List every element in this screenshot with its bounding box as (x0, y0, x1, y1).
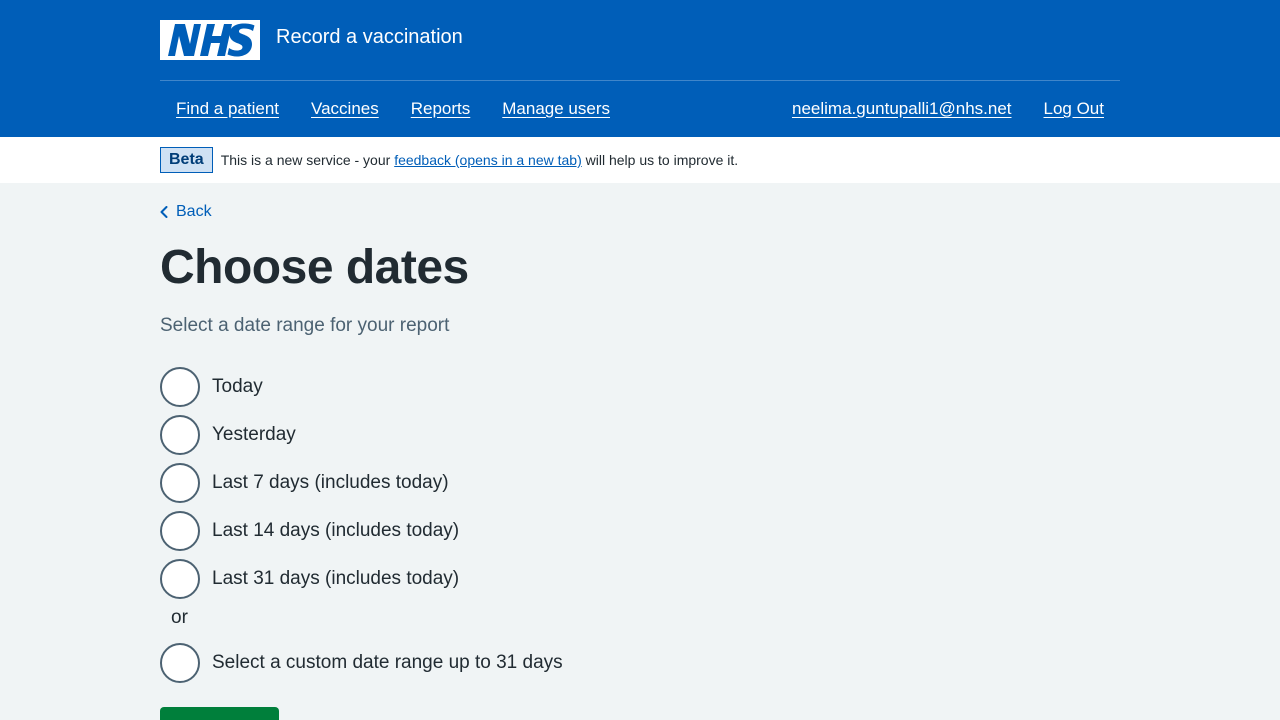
back-link-label: Back (176, 203, 212, 220)
beta-text-after: will help us to improve it. (581, 152, 739, 168)
radio-label: Last 31 days (includes today) (212, 568, 460, 589)
radio-label: Last 7 days (includes today) (212, 472, 449, 493)
primary-navigation: Find a patient Vaccines Reports Manage u… (160, 81, 1120, 137)
radio-last-14-days[interactable]: Last 14 days (includes today) (160, 511, 459, 551)
radio-button[interactable] (160, 463, 200, 503)
nav-item-reports[interactable]: Reports (395, 99, 487, 119)
radio-button[interactable] (160, 559, 200, 599)
radio-button[interactable] (160, 415, 200, 455)
nav-item-vaccines[interactable]: Vaccines (295, 99, 395, 119)
beta-text-before: This is a new service - your (220, 152, 395, 168)
or-divider: or (171, 607, 188, 628)
nhs-logo-icon (168, 23, 255, 57)
user-email-link[interactable]: neelima.guntupalli1@nhs.net (776, 99, 1028, 119)
nav-item-manage-users[interactable]: Manage users (486, 99, 626, 119)
site-header: Record a vaccination Find a patient Vacc… (0, 0, 1280, 137)
phase-banner: Beta This is a new service - your feedba… (0, 137, 1280, 183)
page-title: Choose dates (160, 241, 469, 294)
continue-button[interactable] (160, 707, 279, 720)
chevron-left-icon (160, 206, 168, 218)
header-logo-row: Record a vaccination (160, 20, 463, 60)
beta-tag: Beta (160, 147, 213, 173)
radio-button[interactable] (160, 511, 200, 551)
radio-last-31-days[interactable]: Last 31 days (includes today) (160, 559, 459, 599)
header-container: Record a vaccination Find a patient Vacc… (160, 0, 1120, 137)
service-name[interactable]: Record a vaccination (276, 17, 463, 57)
feedback-link[interactable]: feedback (opens in a new tab) (394, 152, 582, 168)
radio-yesterday[interactable]: Yesterday (160, 415, 296, 455)
radio-label: Today (212, 376, 263, 397)
radio-last-7-days[interactable]: Last 7 days (includes today) (160, 463, 449, 503)
radio-label: Yesterday (212, 424, 296, 445)
date-range-hint: Select a date range for your report (160, 315, 450, 336)
logout-link[interactable]: Log Out (1028, 99, 1121, 119)
nhs-logo[interactable] (160, 20, 260, 60)
radio-button[interactable] (160, 643, 200, 683)
back-link[interactable]: Back (160, 203, 212, 221)
radio-today[interactable]: Today (160, 367, 263, 407)
radio-label: Select a custom date range up to 31 days (212, 652, 563, 673)
radio-button[interactable] (160, 367, 200, 407)
phase-banner-container: Beta This is a new service - your feedba… (160, 137, 1120, 183)
beta-message: This is a new service - your feedback (o… (221, 152, 738, 168)
nav-item-find-a-patient[interactable]: Find a patient (160, 99, 295, 119)
radio-label: Last 14 days (includes today) (212, 520, 460, 541)
radio-custom-date-range[interactable]: Select a custom date range up to 31 days (160, 643, 563, 683)
